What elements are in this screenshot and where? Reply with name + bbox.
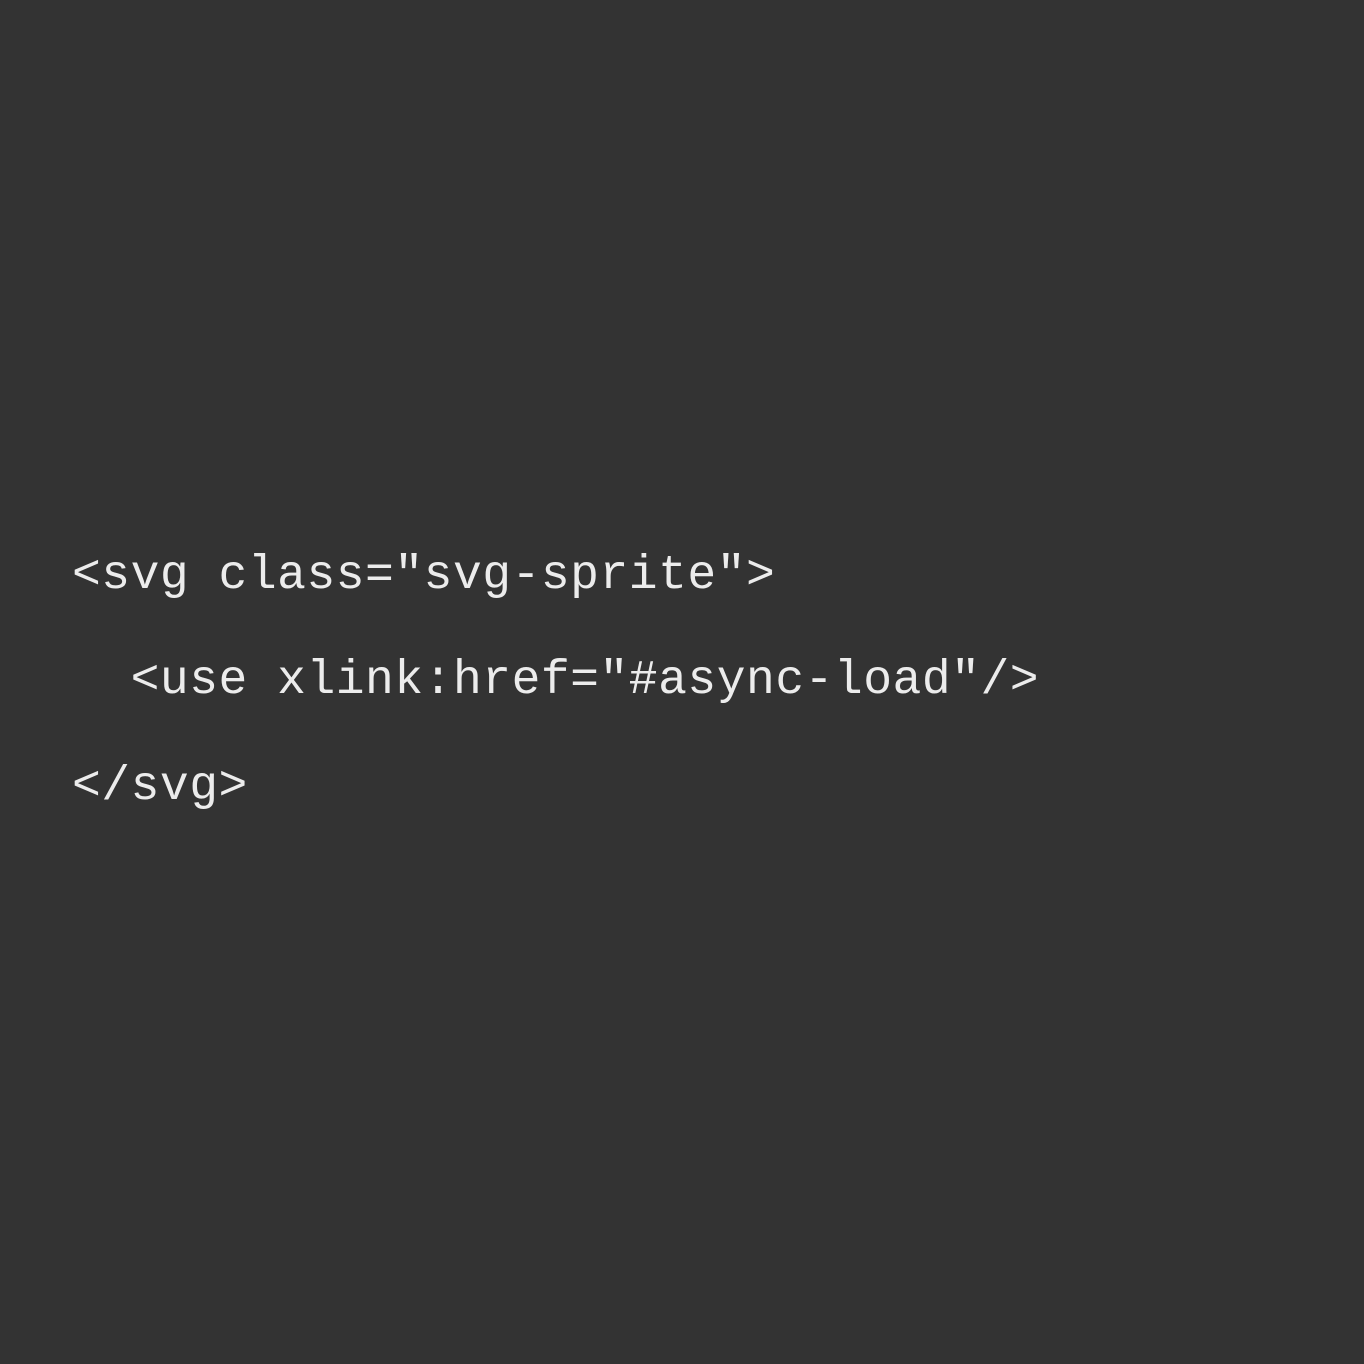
code-line-2: <use xlink:href="#async-load"/> bbox=[72, 654, 1039, 708]
code-snippet-container: <svg class="svg-sprite"> <use xlink:href… bbox=[0, 0, 1364, 1364]
code-line-1: <svg class="svg-sprite"> bbox=[72, 549, 775, 603]
code-line-3: </svg> bbox=[72, 760, 248, 814]
code-block: <svg class="svg-sprite"> <use xlink:href… bbox=[0, 524, 1039, 841]
